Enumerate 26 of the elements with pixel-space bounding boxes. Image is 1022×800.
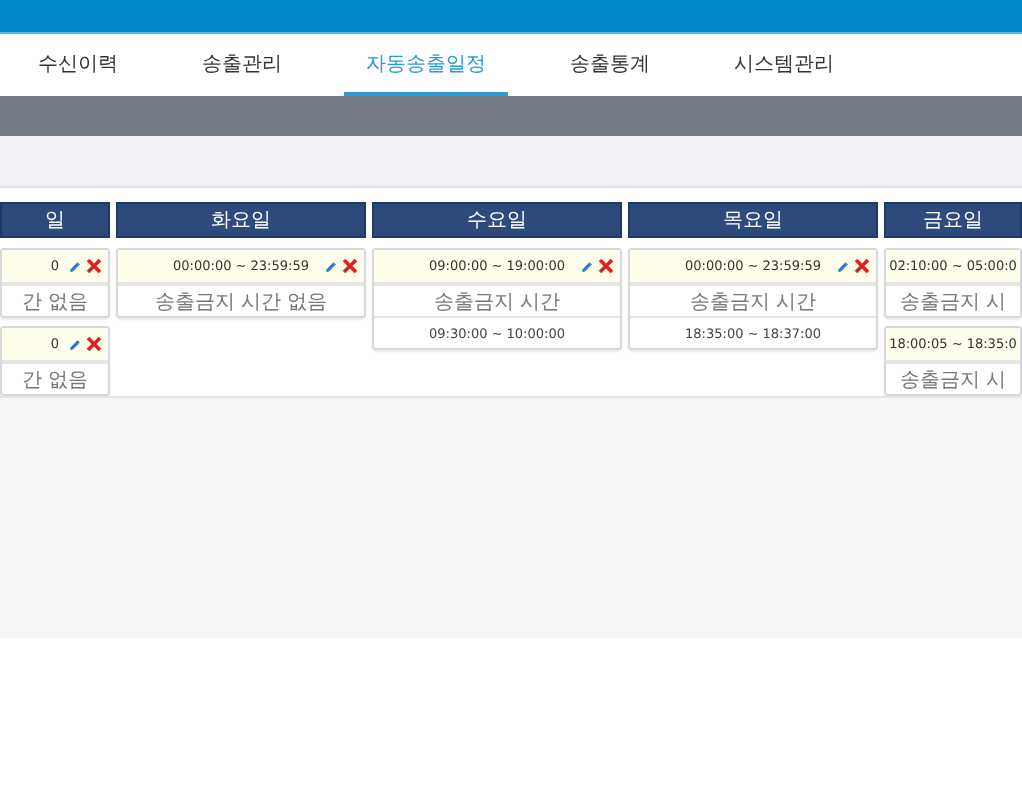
day-header: 수요일	[372, 202, 622, 238]
delete-icon[interactable]	[342, 258, 358, 274]
restriction-label: 송출금지 시간	[630, 284, 876, 316]
pencil-icon[interactable]	[836, 259, 850, 273]
delete-icon[interactable]	[86, 258, 102, 274]
pencil-icon[interactable]	[68, 337, 82, 351]
restriction-label: 송출금지 시	[886, 284, 1020, 316]
delete-icon[interactable]	[598, 258, 614, 274]
nav-tab[interactable]: 송출관리	[180, 34, 304, 96]
day-header: 목요일	[628, 202, 878, 238]
nav-tab[interactable]: 수신이력	[16, 34, 140, 96]
nav-tab[interactable]: 시스템관리	[712, 34, 856, 96]
restriction-label: 간 없음	[2, 284, 108, 316]
day-header: 일	[0, 202, 110, 238]
delete-icon[interactable]	[854, 258, 870, 274]
nav-tab[interactable]: 송출통계	[548, 34, 672, 96]
pencil-icon[interactable]	[580, 259, 594, 273]
delete-icon[interactable]	[86, 336, 102, 352]
day-header: 금요일	[884, 202, 1022, 238]
pencil-icon[interactable]	[324, 259, 338, 273]
day-header: 화요일	[116, 202, 366, 238]
pencil-icon[interactable]	[68, 259, 82, 273]
restriction-label: 간 없음	[2, 362, 108, 394]
restriction-label: 송출금지 시	[886, 362, 1020, 394]
restriction-label: 송출금지 시간 없음	[118, 284, 364, 316]
restriction-label: 송출금지 시간	[374, 284, 620, 316]
